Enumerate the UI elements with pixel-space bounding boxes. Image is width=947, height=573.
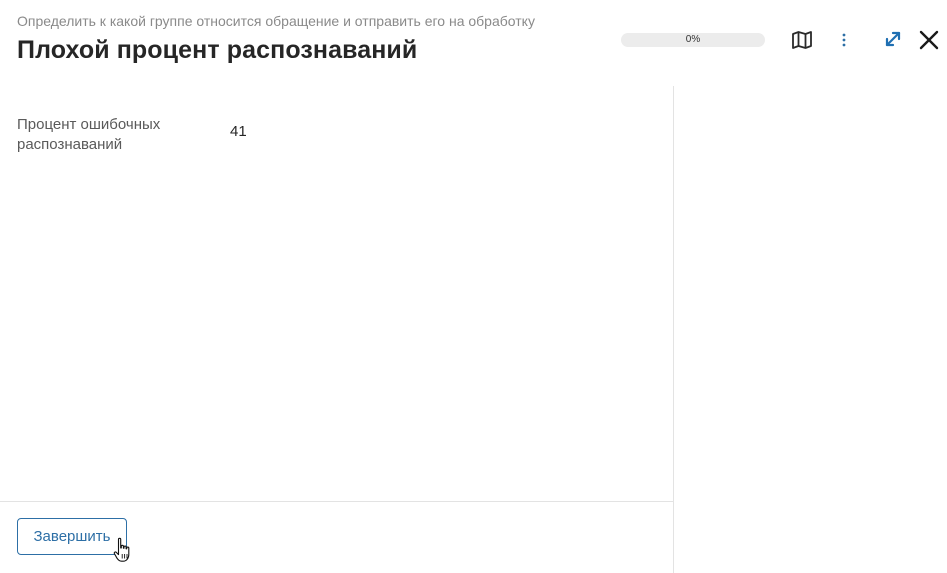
progress-bar: 0% bbox=[621, 33, 765, 47]
task-form: Процент ошибочных распознаваний 41 bbox=[0, 86, 673, 573]
field-label-error-rate: Процент ошибочных распознаваний bbox=[17, 116, 161, 153]
map-button[interactable] bbox=[789, 28, 815, 52]
task-header: Определить к какой группе относится обра… bbox=[0, 0, 947, 86]
footer-divider bbox=[0, 501, 673, 502]
field-value-error-rate: 41 bbox=[230, 123, 247, 140]
map-icon bbox=[792, 31, 812, 49]
expand-button[interactable] bbox=[881, 27, 905, 51]
finish-button[interactable]: Завершить bbox=[17, 518, 127, 555]
close-icon bbox=[919, 30, 939, 50]
progress-label: 0% bbox=[685, 34, 701, 45]
expand-icon bbox=[885, 31, 901, 47]
page-title: Плохой процент распознаваний bbox=[17, 36, 418, 64]
more-vertical-icon bbox=[842, 33, 846, 47]
more-options-button[interactable] bbox=[834, 28, 854, 52]
process-subtitle: Определить к какой группе относится обра… bbox=[17, 13, 535, 29]
side-panel-divider bbox=[673, 86, 674, 573]
close-button[interactable] bbox=[916, 27, 942, 53]
